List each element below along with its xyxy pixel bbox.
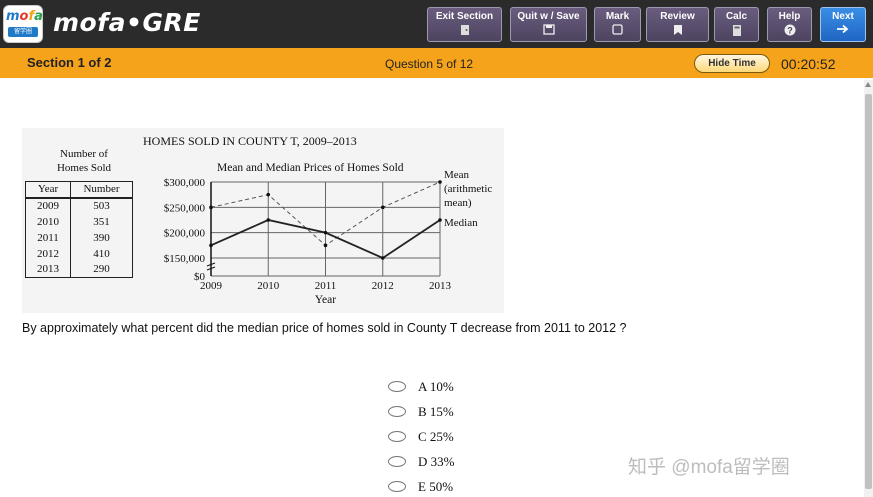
x-tick-label: 2010 xyxy=(257,280,280,292)
x-tick-label: 2011 xyxy=(315,280,337,292)
mofa-logo: mofa 留学圈 xyxy=(3,5,43,43)
radio-button[interactable] xyxy=(388,431,406,442)
table-cell-number: 290 xyxy=(70,261,133,278)
bookmark-icon xyxy=(673,25,682,35)
watermark-text: 知乎 @mofa留学圈 xyxy=(628,457,790,478)
scrollbar-thumb[interactable] xyxy=(865,94,872,489)
table-row: 2009 503 xyxy=(25,197,133,214)
table-cell-number: 351 xyxy=(70,213,133,230)
save-icon xyxy=(542,24,555,35)
mark-checkbox-icon xyxy=(612,24,623,35)
mean-data-point xyxy=(209,205,213,210)
section-indicator: Section 1 of 2 xyxy=(27,55,112,70)
median-data-point xyxy=(438,218,442,222)
help-icon: ? xyxy=(784,24,795,36)
review-label: Review xyxy=(660,11,695,22)
choice-label: C 25% xyxy=(418,429,454,444)
logo-wordmark: mofa xyxy=(6,9,43,24)
y-tick-label: $150,000 xyxy=(164,253,206,265)
mean-data-point xyxy=(438,180,442,184)
table-row: 2013 290 xyxy=(25,261,133,278)
x-tick-label: 2012 xyxy=(372,280,394,292)
next-label: Next xyxy=(832,11,854,22)
y-tick-label: $250,000 xyxy=(164,202,206,214)
table-row: 2011 390 xyxy=(25,229,133,246)
mark-label: Mark xyxy=(605,11,630,22)
table-cell-year: 2013 xyxy=(25,261,71,278)
calculator-icon xyxy=(732,25,741,36)
logo-subtitle: 留学圈 xyxy=(8,27,38,37)
radio-button[interactable] xyxy=(388,381,406,392)
table-header-number: Number xyxy=(70,181,133,199)
mean-data-point xyxy=(323,243,328,248)
help-label: Help xyxy=(778,11,801,22)
mark-button[interactable]: Mark xyxy=(594,7,641,42)
table-cell-year: 2012 xyxy=(25,245,71,262)
choice-label: D 33% xyxy=(418,454,455,469)
table-cell-year: 2011 xyxy=(25,229,71,246)
table-row: 2010 351 xyxy=(25,213,133,230)
table-title-line1: Number of xyxy=(60,148,108,160)
median-data-point xyxy=(266,218,271,222)
exit-door-icon xyxy=(460,25,469,35)
hide-time-button[interactable]: Hide Time xyxy=(694,54,770,73)
table-cell-year: 2010 xyxy=(25,213,71,230)
quit-save-label: Quit w / Save xyxy=(517,11,580,22)
choice-label: E 50% xyxy=(418,479,454,494)
median-data-point xyxy=(209,243,213,248)
figure-title: HOMES SOLD IN COUNTY T, 2009–2013 xyxy=(143,134,357,148)
scroll-up-arrow-icon[interactable] xyxy=(865,82,871,87)
calc-label: Calc xyxy=(725,11,748,22)
choice-label: A 10% xyxy=(418,379,454,394)
quit-save-button[interactable]: Quit w / Save xyxy=(510,7,587,42)
radio-button[interactable] xyxy=(388,456,406,467)
homes-sold-table: Year Number 2009 503 2010 351 2011 390 2012… xyxy=(25,181,133,278)
table-row: 2012 410 xyxy=(25,245,133,262)
choice-label: B 15% xyxy=(418,404,454,419)
legend-mean-line1: Mean xyxy=(444,169,470,181)
legend-mean-line2: (arithmetic xyxy=(444,183,492,195)
table-title: Number of Homes Sold xyxy=(48,147,120,175)
median-data-point xyxy=(380,256,385,260)
exit-section-button[interactable]: Exit Section xyxy=(427,7,502,42)
x-tick-label: 2013 xyxy=(429,280,452,292)
y-tick-label: $300,000 xyxy=(164,177,206,189)
table-cell-number: 390 xyxy=(70,229,133,246)
radio-button[interactable] xyxy=(388,406,406,417)
next-button[interactable]: Next xyxy=(820,7,866,42)
median-data-point xyxy=(323,230,328,235)
question-counter: Question 5 of 12 xyxy=(385,57,474,71)
calc-button[interactable]: Calc xyxy=(714,7,759,42)
top-toolbar: mofa 留学圈 mofa•GRE Exit Section Quit w / … xyxy=(0,0,873,48)
table-cell-year: 2009 xyxy=(25,197,71,214)
arrow-right-icon xyxy=(837,24,849,34)
y-tick-label: $200,000 xyxy=(164,228,206,240)
x-axis-label: Year xyxy=(315,294,336,306)
chart-title: Mean and Median Prices of Homes Sold xyxy=(217,162,404,174)
table-cell-number: 410 xyxy=(70,245,133,262)
help-button[interactable]: Help ? xyxy=(767,7,812,42)
review-button[interactable]: Review xyxy=(646,7,709,42)
table-header-year: Year xyxy=(25,181,71,199)
svg-text:?: ? xyxy=(787,26,793,36)
table-header-row: Year Number xyxy=(25,181,133,199)
question-text: By approximately what percent did the me… xyxy=(22,321,627,335)
countdown-timer: 00:20:52 xyxy=(781,56,836,72)
status-bar: Section 1 of 2 Question 5 of 12 Hide Tim… xyxy=(0,48,873,78)
legend-median: Median xyxy=(444,217,478,229)
legend-mean-line3: mean) xyxy=(444,197,472,209)
brand-title: mofa•GRE xyxy=(53,8,201,37)
mean-data-point xyxy=(380,205,385,210)
price-line-chart: Mean and Median Prices of Homes Sold$0$1… xyxy=(164,162,493,306)
exit-section-label: Exit Section xyxy=(435,11,494,22)
radio-button[interactable] xyxy=(388,481,406,492)
mean-data-point xyxy=(266,192,271,197)
table-cell-number: 503 xyxy=(70,197,133,214)
x-tick-label: 2009 xyxy=(200,280,223,292)
table-title-line2: Homes Sold xyxy=(56,162,112,174)
